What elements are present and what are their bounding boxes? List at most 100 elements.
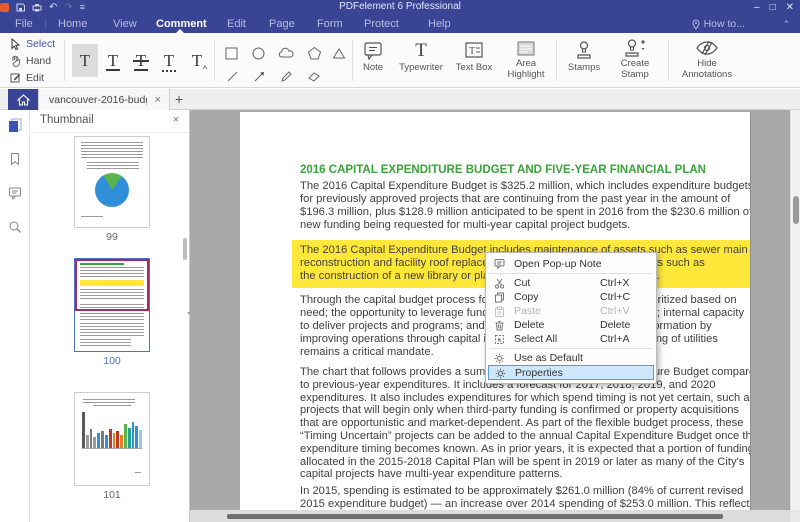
comment-panel-icon[interactable] [8,186,22,200]
rectangle-shape-tool[interactable] [224,46,239,61]
page-thumbnail-99[interactable] [74,136,150,228]
menu-separator [489,348,653,349]
menu-help[interactable]: Help [428,15,451,33]
menu-item-label: Properties [515,366,563,379]
tab-close-icon[interactable]: × [147,94,169,106]
menu-home[interactable]: Home [58,15,87,33]
navigation-rail [0,110,30,522]
page-thumbnail-101[interactable] [74,392,150,486]
document-tab-bar: vancouver-2016-budget × + [0,89,800,110]
menu-page[interactable]: Page [269,15,295,33]
page-thumbnail-100[interactable] [74,258,150,352]
note-icon [356,37,390,63]
text-line: projects that will begin only when third… [300,404,740,417]
edit-tool[interactable]: Edit [10,69,55,86]
page-number-101: 101 [103,489,121,501]
thumbnail-panel-close-icon[interactable]: × [173,114,179,126]
menu-protect[interactable]: Protect [364,15,399,33]
text-line: expenditure timing becomes known. As in … [300,442,750,455]
thumbnail-panel-icon[interactable] [8,118,22,132]
menu-item-label: Use as Default [514,352,583,364]
select-tool[interactable]: Select [10,35,55,52]
hand-tool[interactable]: Hand [10,52,55,69]
minimize-button[interactable]: – [754,2,760,13]
typewriter-tool[interactable]: T Typewriter [392,37,450,74]
document-tab[interactable]: vancouver-2016-budget × [38,89,170,110]
menu-item-shortcut: Ctrl+C [600,291,631,303]
note-tool[interactable]: Note [356,37,390,74]
menu-item-shortcut: Ctrl+V [600,305,630,317]
how-to-label: How to... [703,18,745,30]
text-line: capital projects have multi-year expendi… [300,468,563,481]
maximize-button[interactable]: □ [770,2,776,13]
connected-lines-tool[interactable] [332,47,346,60]
pencil-tool[interactable] [280,70,293,83]
menu-edit[interactable]: Edit [227,15,246,33]
horizontal-scrollbar[interactable] [190,510,790,522]
menu-item-label: Delete [514,319,545,331]
edit-icon [10,73,21,83]
menu-separator [489,273,653,274]
thumb-text-lines [80,323,144,336]
menu-item-use-as-default[interactable]: Use as Default [486,351,656,365]
bookmark-panel-icon[interactable] [8,152,22,166]
hide-annotations-tool[interactable]: Hide Annotations [676,37,738,80]
visible-area-marker [75,259,149,311]
cloud-shape-tool[interactable] [278,46,295,61]
area-highlight-tool[interactable]: Area Highlight [500,37,552,80]
pdfelement-window: ↶ ↷ ≡ PDFelement 6 Professional – □ ✕ Fi… [0,0,800,522]
search-panel-icon[interactable] [8,220,22,234]
pin-icon [692,18,700,30]
area-highlight-icon [500,37,552,59]
thumb-text-lines [135,472,141,475]
text-line: In 2015, spending is estimated to be app… [300,485,744,497]
menu-item-cut[interactable]: Cut Ctrl+X [486,276,656,290]
text-box-tool[interactable]: T Text Box [450,37,498,74]
page-number-100: 100 [103,355,121,367]
home-tab-button[interactable] [8,89,38,110]
menu-view[interactable]: View [113,15,137,33]
underline-text-tool[interactable]: T [100,44,126,77]
thumb-text-lines [81,216,103,219]
hide-annotations-label-2: Annotations [681,68,733,80]
vertical-scrollbar[interactable] [790,110,800,510]
svg-text:T: T [469,46,475,57]
menu-item-label: Paste [514,305,541,317]
edit-label: Edit [26,71,45,84]
thumb-bar-chart [82,411,142,449]
polygon-shape-tool[interactable] [307,46,322,61]
vertical-scrollbar-thumb[interactable] [793,196,799,224]
window-controls: – □ ✕ [754,0,794,15]
new-tab-button[interactable]: + [175,89,183,110]
line-tool[interactable] [226,70,239,83]
oval-shape-tool[interactable] [251,46,266,61]
typewriter-icon: T [415,39,427,61]
close-button[interactable]: ✕ [786,2,794,13]
squiggly-underline-tool[interactable]: T [156,44,182,77]
eraser-tool[interactable] [307,70,321,83]
arrow-tool[interactable] [253,70,266,83]
menu-item-delete[interactable]: Delete Delete [486,318,656,332]
delete-icon [493,319,505,331]
strikethrough-text-tool[interactable]: T [128,44,154,77]
caret-insert-tool[interactable]: T ^ [184,44,210,77]
menu-item-select-all[interactable]: Select All Ctrl+A [486,332,656,346]
eye-slash-icon [676,37,738,59]
menu-item-copy[interactable]: Copy Ctrl+C [486,290,656,304]
menu-form[interactable]: Form [317,15,343,33]
menu-item-open-popup-note[interactable]: Open Pop-up Note [486,256,656,271]
toolbar-divider [352,40,353,81]
gear-icon [494,367,506,379]
horizontal-scrollbar-thumb[interactable] [227,514,723,519]
panel-scrollbar-thumb[interactable] [183,238,187,260]
create-stamp-label-2: Stamp [621,68,649,80]
stamps-tool[interactable]: Stamps [562,37,606,74]
menu-item-properties[interactable]: Properties [488,365,654,380]
how-to-link[interactable]: How to... [692,15,745,33]
menu-item-shortcut: Ctrl+X [600,277,630,289]
collapse-ribbon-icon[interactable]: ⌃ [782,15,790,33]
menu-file[interactable]: File [15,15,33,33]
popup-note-icon [493,257,505,269]
highlight-text-tool[interactable]: T [72,44,98,77]
create-stamp-tool[interactable]: Create Stamp [610,37,660,80]
